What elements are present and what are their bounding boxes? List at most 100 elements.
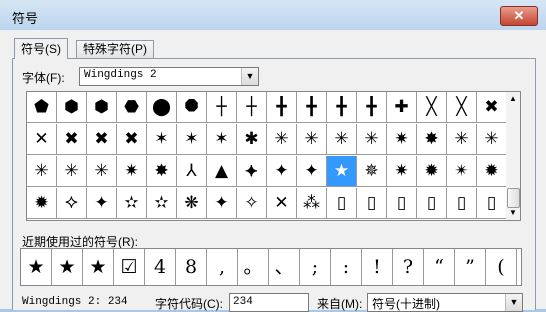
symbol-cell[interactable]: ⬢: [87, 92, 117, 123]
symbol-cell[interactable]: ✕: [267, 188, 297, 219]
recent-symbol-cell[interactable]: :: [331, 249, 362, 285]
symbol-cell[interactable]: ┼: [237, 92, 267, 123]
symbol-cell[interactable]: ✖: [117, 124, 147, 155]
recent-symbol-cell[interactable]: “: [424, 249, 455, 285]
from-label: 来自(M):: [317, 297, 363, 311]
symbol-cell[interactable]: ╋: [267, 92, 297, 123]
window-title: 符号: [12, 11, 39, 26]
symbol-cell[interactable]: ⬤: [147, 92, 177, 123]
symbol-grid-scrollbar[interactable]: ▲ ▼: [506, 91, 521, 221]
recent-symbols[interactable]: ★ ★ ★ ☑ 4 8,。、;:!? “”(: [20, 248, 522, 286]
symbol-cell[interactable]: ⯃: [177, 92, 207, 123]
tab-special-characters[interactable]: 特殊字符(P): [76, 40, 154, 58]
symbol-code-name: Wingdings 2: 234: [22, 296, 128, 308]
symbol-cell[interactable]: ✕: [27, 124, 57, 155]
symbol-cell[interactable]: ✚: [387, 92, 417, 123]
symbol-cell[interactable]: ✶: [177, 124, 207, 155]
symbol-cell[interactable]: ✫: [147, 188, 177, 219]
symbol-cell[interactable]: ✦: [207, 188, 237, 219]
from-select[interactable]: 符号(十进制) ▼: [367, 293, 523, 312]
symbol-cell[interactable]: ★: [327, 156, 357, 187]
scroll-up-icon[interactable]: ▲: [506, 92, 520, 106]
symbol-cell[interactable]: ✖: [87, 124, 117, 155]
recent-symbol-cell[interactable]: 、: [269, 249, 300, 285]
symbol-cell[interactable]: ✱: [237, 124, 267, 155]
symbol-cell[interactable]: ✳: [477, 124, 507, 155]
char-code-label: 字符代码(C):: [155, 297, 223, 311]
symbol-cell[interactable]: ⬢: [57, 92, 87, 123]
close-button[interactable]: ✕: [500, 6, 538, 26]
symbol-cell[interactable]: ✶: [147, 124, 177, 155]
tab-symbols[interactable]: 符号(S): [14, 38, 68, 59]
symbol-cell[interactable]: ▯: [447, 188, 477, 219]
recent-symbol-cell[interactable]: (: [486, 249, 517, 285]
font-select[interactable]: Wingdings 2 ▼: [79, 67, 259, 86]
recent-symbol-cell[interactable]: !: [362, 249, 393, 285]
symbol-cell[interactable]: ✳: [57, 156, 87, 187]
recent-symbol-cell[interactable]: ☑: [114, 249, 145, 285]
recent-symbol-cell[interactable]: ★: [52, 249, 83, 285]
chevron-down-icon[interactable]: ▼: [241, 68, 258, 85]
symbol-cell[interactable]: ▯: [327, 188, 357, 219]
recent-symbol-cell[interactable]: ★: [21, 249, 52, 285]
symbol-cell[interactable]: ▲: [207, 156, 237, 187]
symbol-cell[interactable]: ▯: [477, 188, 507, 219]
symbol-cell[interactable]: ✵: [357, 156, 387, 187]
symbol-cell[interactable]: ❋: [177, 188, 207, 219]
symbol-cell[interactable]: ✹: [417, 156, 447, 187]
symbol-cell[interactable]: ✳: [447, 124, 477, 155]
scroll-down-icon[interactable]: ▼: [506, 206, 520, 220]
symbol-cell[interactable]: ⬣: [117, 92, 147, 123]
char-code-input[interactable]: 234: [229, 293, 309, 312]
symbol-cell[interactable]: ✹: [27, 188, 57, 219]
recent-symbol-cell[interactable]: ;: [300, 249, 331, 285]
recent-symbol-cell[interactable]: ?: [393, 249, 424, 285]
recent-symbol-cell[interactable]: 4: [145, 249, 176, 285]
symbol-cell[interactable]: ⯌: [237, 156, 267, 187]
recent-symbol-cell[interactable]: ,: [207, 249, 238, 285]
symbol-cell[interactable]: ✳: [27, 156, 57, 187]
symbol-cell[interactable]: ✷: [387, 156, 417, 187]
symbol-cell[interactable]: ✹: [477, 156, 507, 187]
symbol-grid[interactable]: ⬟ ⬢ ⬢ ⬣ ⬤ ⯃ ┼ ┼ ╋ ╋ ╋ ╋ ✚ ╳ ╳ ✖ ✕ ✖ ✖ ✖ ✶ ✶ ✶ ✱ ✳ ✳ ✳ ✳ ✷ ✸ ✳ ✳ ✳ ✳ ✳ ✷ ✸ ⅄ ▲ ⯌…: [26, 91, 508, 221]
scrollbar-thumb[interactable]: [507, 188, 520, 208]
font-label: 字体(F):: [22, 71, 65, 85]
chevron-down-icon[interactable]: ▼: [505, 294, 522, 311]
symbol-cell[interactable]: ✳: [357, 124, 387, 155]
symbol-cell[interactable]: ⅄: [177, 156, 207, 187]
symbol-cell[interactable]: ✶: [207, 124, 237, 155]
recent-symbol-cell[interactable]: 8: [176, 249, 207, 285]
symbol-cell[interactable]: ▯: [357, 188, 387, 219]
symbol-cell[interactable]: ▯: [387, 188, 417, 219]
symbol-cell[interactable]: ╋: [327, 92, 357, 123]
symbol-cell[interactable]: ✳: [267, 124, 297, 155]
symbol-cell[interactable]: ✧: [237, 188, 267, 219]
symbol-cell[interactable]: ✴: [447, 156, 477, 187]
symbol-cell[interactable]: ✖: [57, 124, 87, 155]
symbol-cell[interactable]: ✳: [297, 124, 327, 155]
symbol-cell[interactable]: ✦: [267, 156, 297, 187]
symbol-cell[interactable]: ┼: [207, 92, 237, 123]
symbol-cell[interactable]: ✳: [87, 156, 117, 187]
symbol-cell[interactable]: ✳: [327, 124, 357, 155]
recent-symbol-cell[interactable]: ”: [455, 249, 486, 285]
symbol-cell[interactable]: ✸: [417, 124, 447, 155]
symbol-cell[interactable]: ⬟: [27, 92, 57, 123]
symbol-cell[interactable]: ╋: [357, 92, 387, 123]
symbol-cell[interactable]: ✦: [87, 188, 117, 219]
recent-symbol-cell[interactable]: ★: [83, 249, 114, 285]
symbol-cell[interactable]: ╳: [417, 92, 447, 123]
recent-symbol-cell[interactable]: 。: [238, 249, 269, 285]
symbol-cell[interactable]: ⯎: [57, 188, 87, 219]
symbol-cell[interactable]: ╳: [447, 92, 477, 123]
symbol-cell[interactable]: ✷: [117, 156, 147, 187]
symbol-cell[interactable]: ✖: [477, 92, 507, 123]
symbol-dialog: 符号 ✕ 符号(S) 特殊字符(P) 字体(F): Wingdings 2 ▼ …: [0, 0, 546, 312]
symbol-cell[interactable]: ✷: [387, 124, 417, 155]
symbol-cell[interactable]: ✸: [147, 156, 177, 187]
symbol-cell[interactable]: ⁂: [297, 188, 327, 219]
symbol-cell[interactable]: ▯: [417, 188, 447, 219]
symbol-cell[interactable]: ✦: [297, 156, 327, 187]
symbol-cell[interactable]: ✫: [117, 188, 147, 219]
symbol-cell[interactable]: ╋: [297, 92, 327, 123]
